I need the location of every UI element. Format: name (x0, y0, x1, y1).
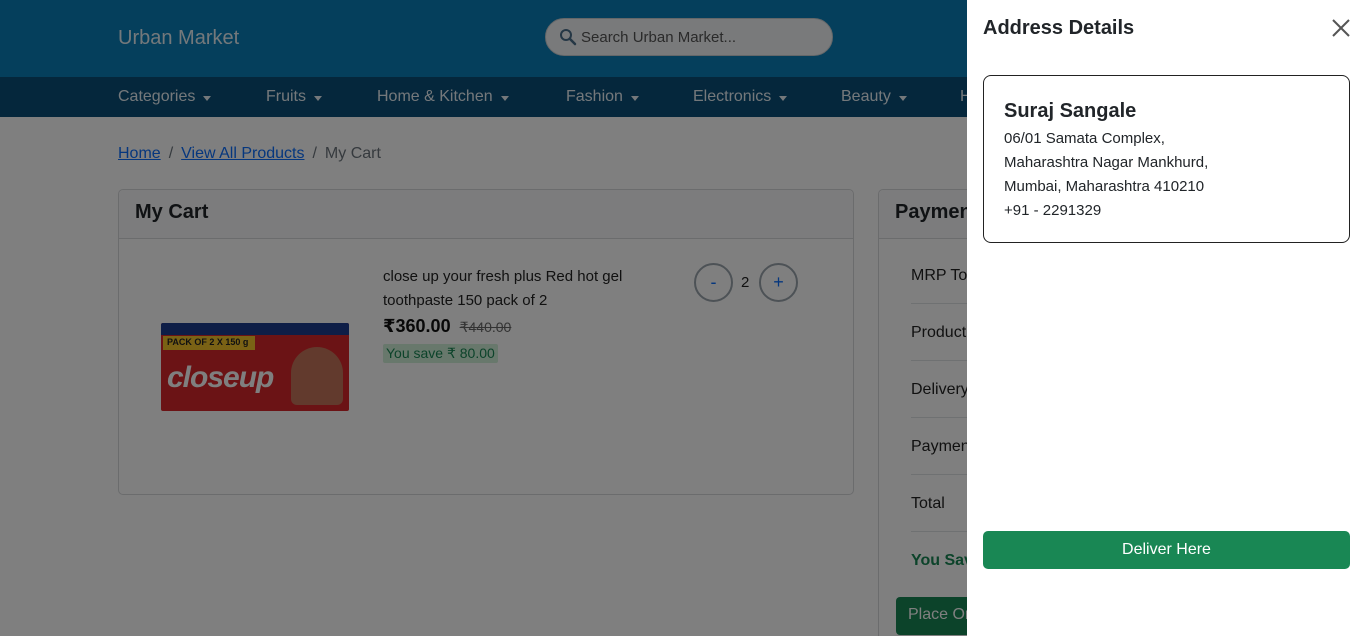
address-card[interactable]: Suraj Sangale 06/01 Samata Complex, Maha… (983, 75, 1350, 243)
address-line-1: 06/01 Samata Complex, (1004, 130, 1165, 147)
deliver-here-button[interactable]: Deliver Here (983, 531, 1350, 569)
address-name: Suraj Sangale (1004, 100, 1137, 122)
address-line-2: Maharashtra Nagar Mankhurd, (1004, 154, 1209, 171)
address-line-3: Mumbai, Maharashtra 410210 (1004, 178, 1205, 195)
address-panel: Address Details Suraj Sangale 06/01 Sama… (967, 0, 1359, 636)
panel-title: Address Details (983, 17, 1135, 39)
address-phone: +91 - 2291329 (1004, 202, 1102, 219)
close-icon[interactable] (1330, 17, 1352, 39)
